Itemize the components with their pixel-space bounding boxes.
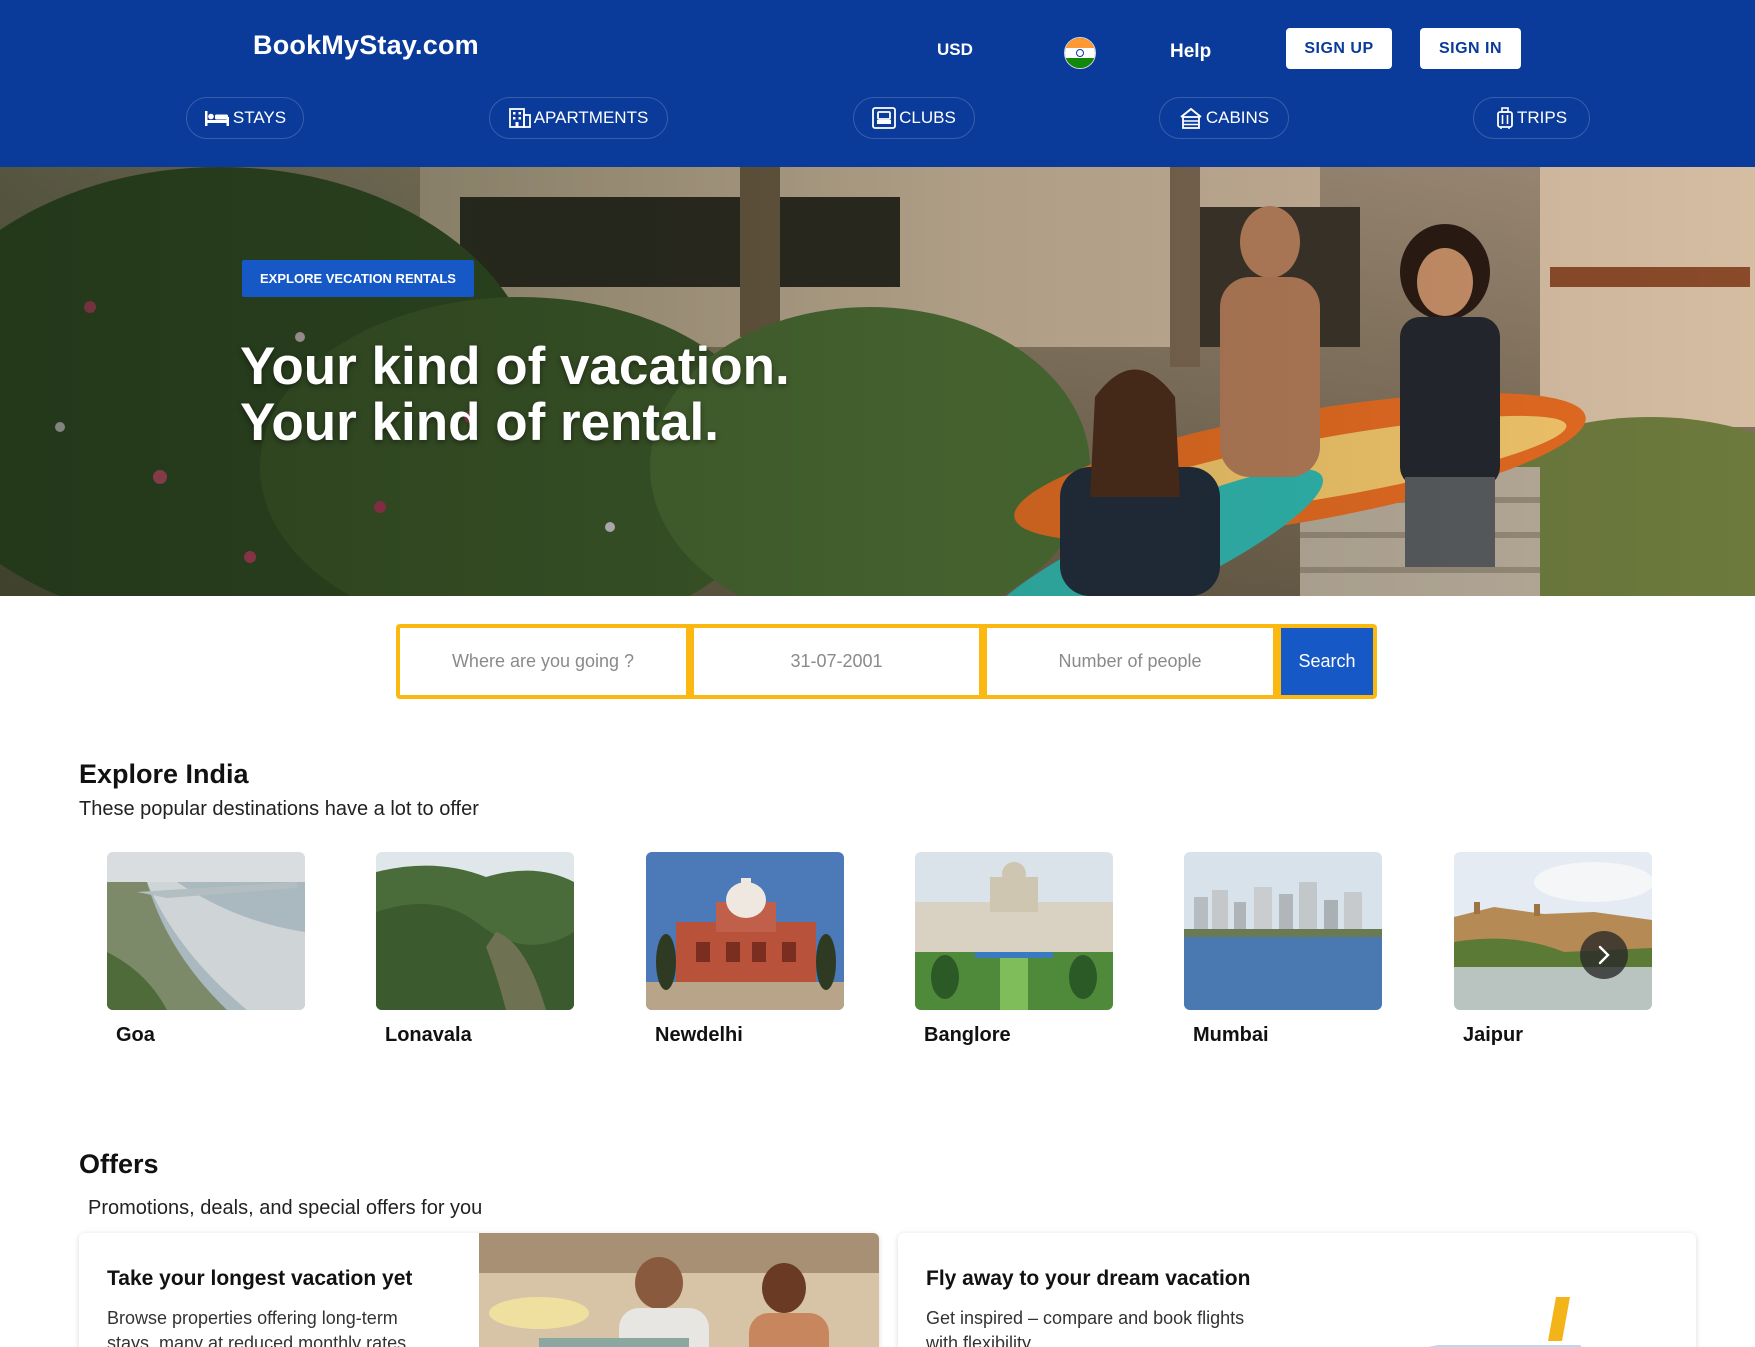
offer-heading: Take your longest vacation yet — [107, 1267, 413, 1290]
destination-card-lonavala[interactable]: Lonavala — [376, 852, 574, 1047]
luggage-icon — [1496, 107, 1514, 129]
top-header: BookMyStay.com USD Help SIGN UP SIGN IN … — [0, 0, 1755, 167]
carousel-next-button[interactable] — [1580, 931, 1628, 979]
offer-heading: Fly away to your dream vacation — [926, 1267, 1251, 1290]
offer-text: Get inspired – compare and book flights … — [926, 1308, 1245, 1347]
explore-title: Explore India — [79, 759, 249, 789]
newdelhi-photo — [646, 852, 844, 1010]
nav-apartments[interactable]: APARTMENTS — [489, 97, 668, 139]
nav-clubs-label: CLUBS — [899, 108, 956, 127]
jaipur-photo — [1454, 852, 1652, 1010]
nav-apartments-label: APARTMENTS — [533, 108, 649, 127]
offer-family-photo — [479, 1233, 879, 1347]
destination-name: Mumbai — [1193, 1024, 1269, 1046]
banglore-photo — [915, 852, 1113, 1010]
sign-in-button[interactable]: SIGN IN — [1420, 28, 1521, 69]
offer-text: Browse properties offering long-term sta… — [107, 1308, 412, 1347]
offer-card-long-vacation[interactable]: Take your longest vacation yet Browse pr… — [79, 1233, 879, 1347]
hero-banner: EXPLORE VECATION RENTALS Your kind of va… — [0, 167, 1755, 596]
nav-trips[interactable]: TRIPS — [1473, 97, 1590, 139]
mumbai-photo — [1184, 852, 1382, 1010]
nav-cabins-label: CABINS — [1205, 108, 1270, 127]
destination-input[interactable] — [400, 628, 686, 695]
brand-logo[interactable]: BookMyStay.com — [253, 30, 479, 61]
lonavala-photo — [376, 852, 574, 1010]
help-link[interactable]: Help — [1170, 41, 1211, 63]
hero-headline-line1: Your kind of vacation. — [240, 337, 790, 396]
chevron-right-icon — [1580, 944, 1628, 966]
offers-subtitle: Promotions, deals, and special offers fo… — [88, 1197, 483, 1219]
goa-photo — [107, 852, 305, 1010]
explore-subtitle: These popular destinations have a lot to… — [79, 798, 479, 820]
search-button[interactable]: Search — [1281, 628, 1373, 695]
building-icon — [508, 108, 531, 128]
destination-card-goa[interactable]: Goa — [107, 852, 305, 1047]
nav-cabins[interactable]: CABINS — [1159, 97, 1289, 139]
sign-up-button[interactable]: SIGN UP — [1286, 28, 1392, 69]
airplane-icon — [1428, 1297, 1582, 1347]
destination-card-banglore[interactable]: Banglore — [915, 852, 1113, 1047]
currency-selector[interactable]: USD — [937, 40, 973, 60]
destination-name: Goa — [116, 1024, 155, 1046]
hero-headline-line2: Your kind of rental. — [240, 393, 719, 452]
explore-rentals-badge[interactable]: EXPLORE VECATION RENTALS — [242, 260, 474, 297]
nav-stays[interactable]: STAYS — [186, 97, 304, 139]
cabin-icon — [1179, 107, 1203, 129]
nav-stays-label: STAYS — [232, 108, 287, 127]
destination-card-mumbai[interactable]: Mumbai — [1184, 852, 1382, 1047]
destination-name: Newdelhi — [655, 1024, 743, 1046]
destination-name: Lonavala — [385, 1024, 472, 1046]
offer-card-flights[interactable]: Fly away to your dream vacation Get insp… — [898, 1233, 1696, 1347]
date-input[interactable] — [694, 628, 979, 695]
destination-name: Jaipur — [1463, 1024, 1524, 1046]
search-bar: Search — [396, 624, 1377, 699]
bed-icon — [204, 109, 230, 127]
india-flag-icon[interactable] — [1064, 37, 1096, 69]
nav-clubs[interactable]: CLUBS — [853, 97, 975, 139]
destination-card-newdelhi[interactable]: Newdelhi — [646, 852, 844, 1047]
offers-title: Offers — [79, 1149, 159, 1179]
hero-headline: Your kind of vacation. Your kind of rent… — [240, 339, 790, 451]
club-icon — [872, 107, 897, 129]
destination-name: Banglore — [924, 1024, 1011, 1046]
nav-trips-label: TRIPS — [1516, 108, 1568, 127]
people-input[interactable] — [987, 628, 1273, 695]
